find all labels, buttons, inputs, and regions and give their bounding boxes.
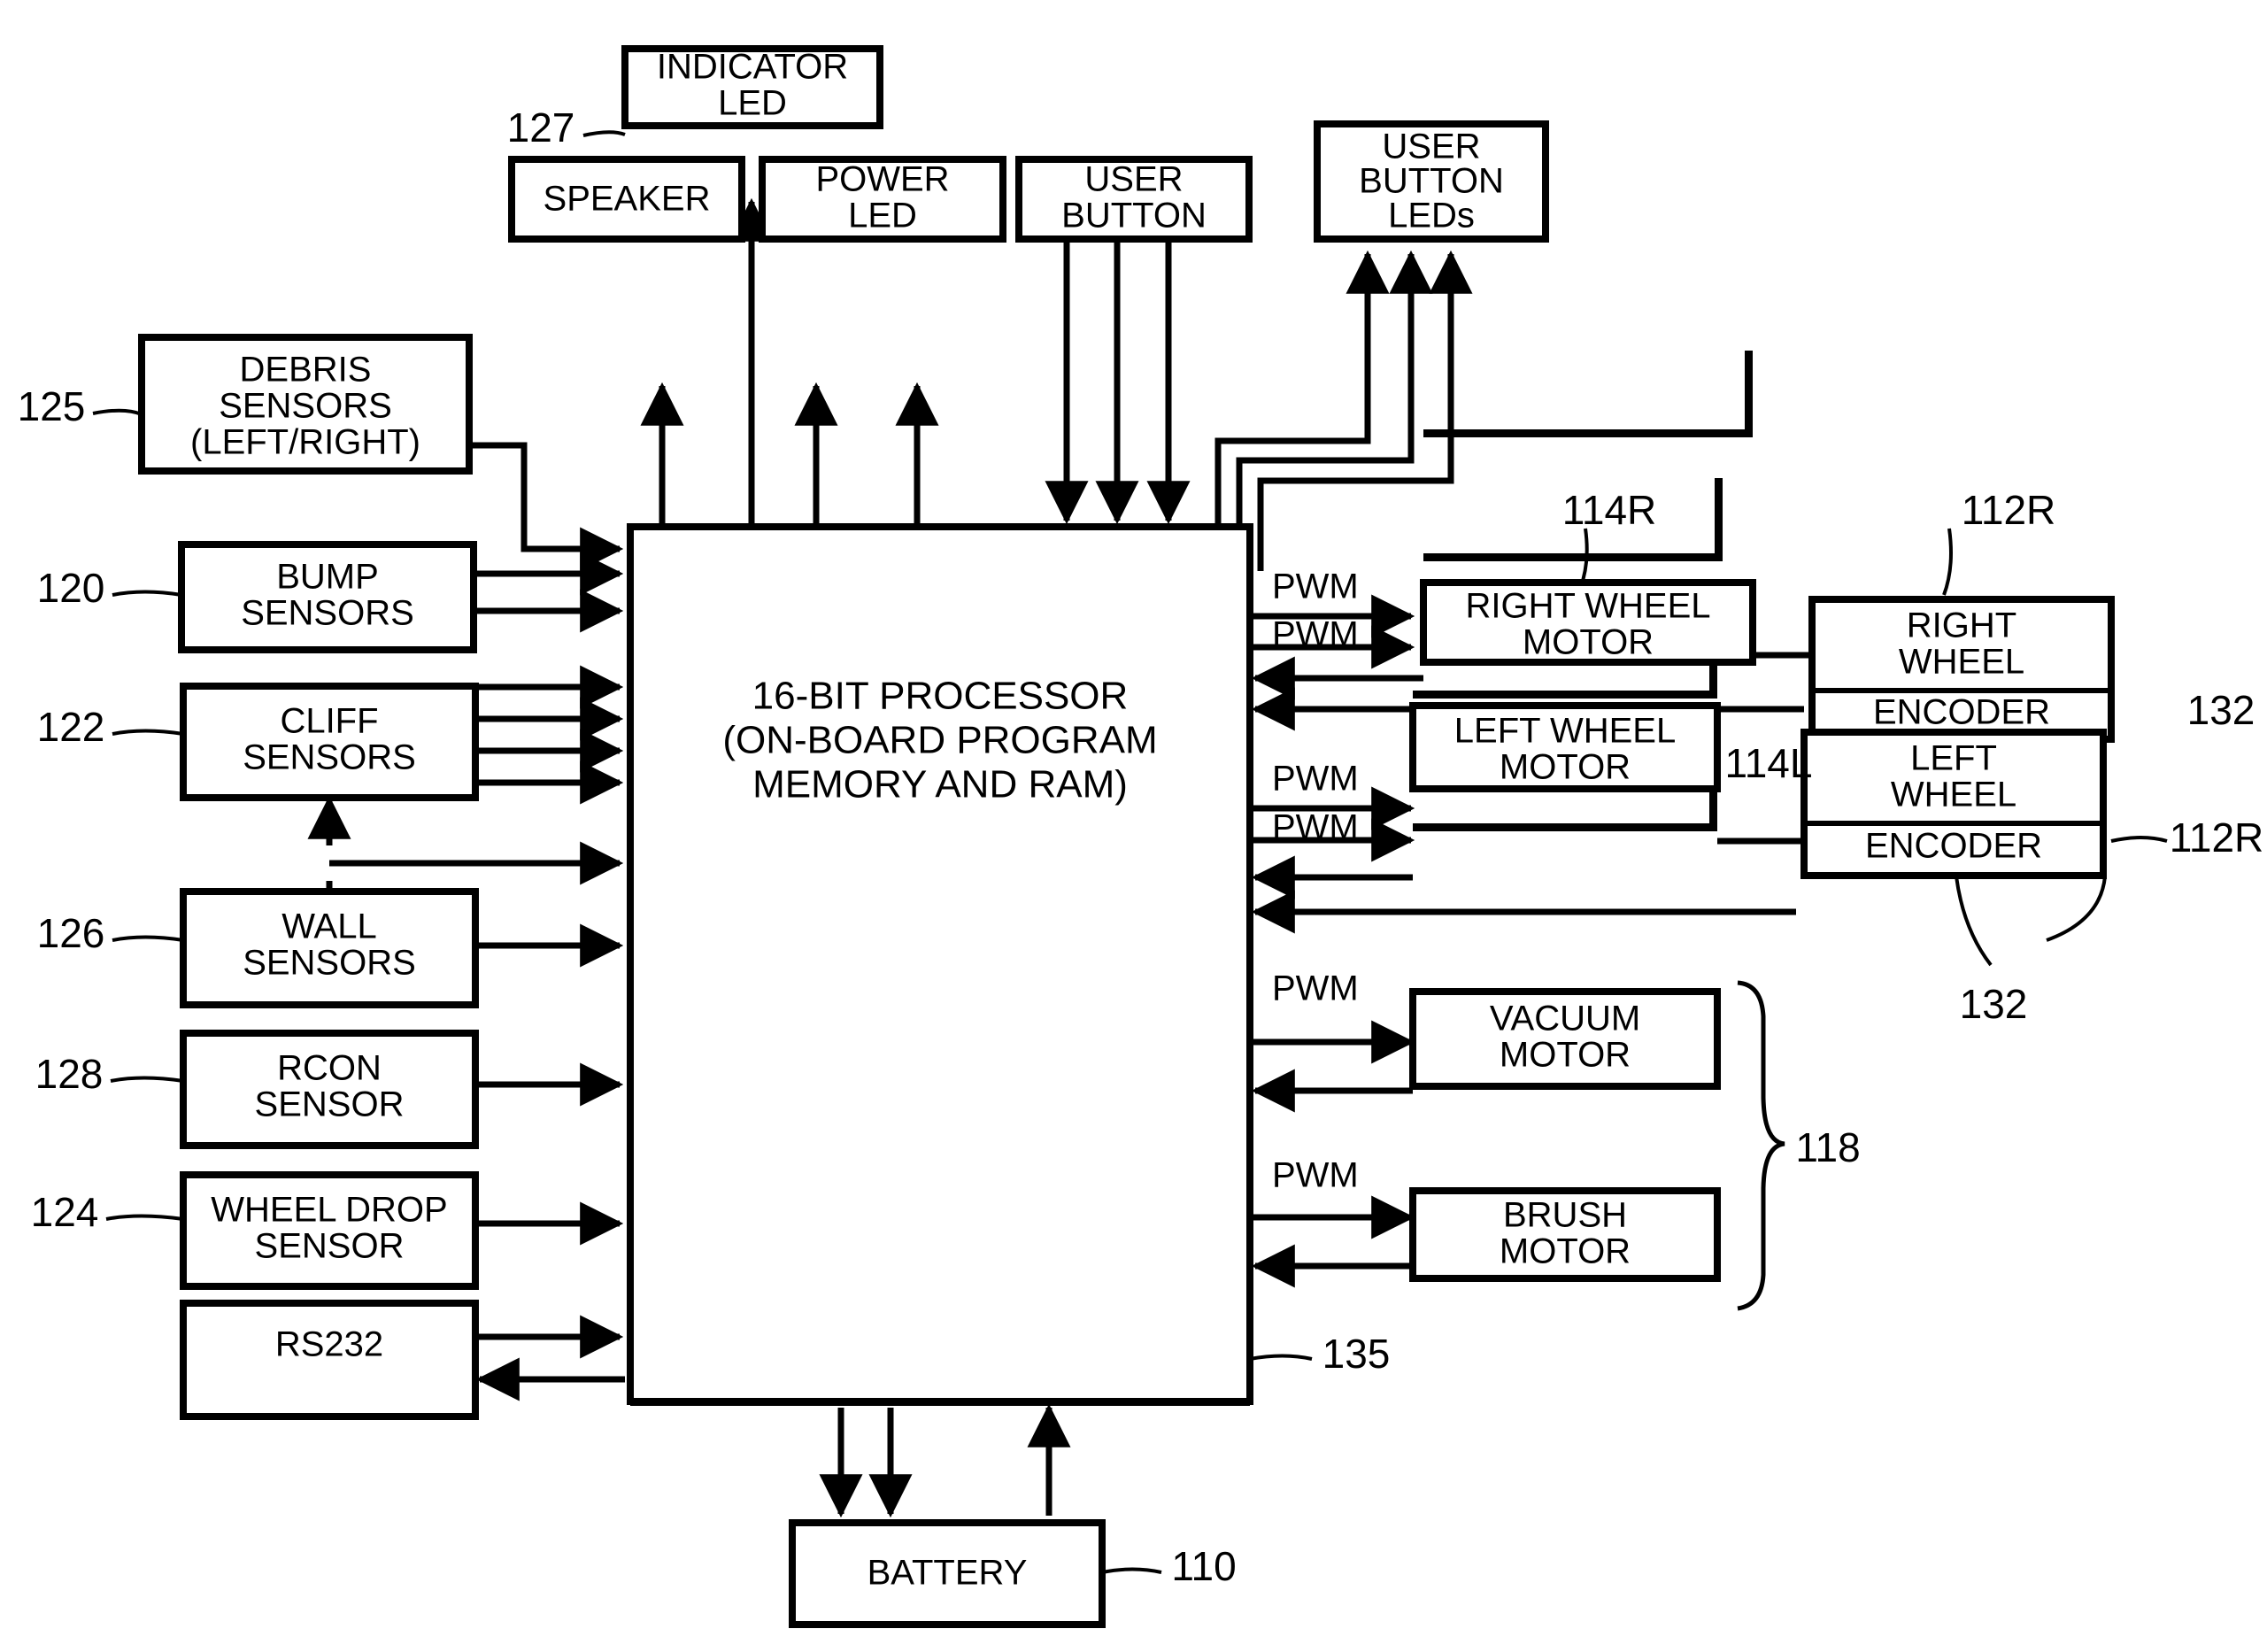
label-left-wheel-2: WHEEL xyxy=(1891,776,2016,814)
label-speaker: SPEAKER xyxy=(544,180,711,219)
label-right-motor-2: MOTOR xyxy=(1523,623,1654,662)
label-pwm-vacuum: PWM xyxy=(1272,969,1359,1008)
label-rs232: RS232 xyxy=(275,1325,383,1364)
label-wall-1: WALL xyxy=(281,907,376,946)
ref-122: 122 xyxy=(37,704,105,750)
leader-120 xyxy=(112,590,182,597)
label-wheeldrop-1: WHEEL DROP xyxy=(211,1191,447,1230)
leader-112R-left xyxy=(2110,836,2168,843)
label-right-motor-1: RIGHT WHEEL xyxy=(1465,587,1710,626)
ref-132-left: 132 xyxy=(1960,981,2028,1027)
label-indicator-led-2: LED xyxy=(718,84,787,123)
leader-128 xyxy=(110,1076,184,1083)
label-right-wheel-2: WHEEL xyxy=(1899,643,2024,682)
ref-127: 127 xyxy=(507,104,575,151)
ref-128: 128 xyxy=(35,1051,104,1097)
label-bump-2: SENSORS xyxy=(241,594,414,633)
ref-114R: 114R xyxy=(1562,487,1657,533)
leader-124 xyxy=(105,1214,184,1221)
label-brush-1: BRUSH xyxy=(1503,1196,1627,1235)
leader-135 xyxy=(1249,1354,1313,1361)
leader-125 xyxy=(92,408,143,416)
label-left-wheel-1: LEFT xyxy=(1910,739,1997,778)
label-processor-3: MEMORY AND RAM) xyxy=(752,763,1128,807)
label-pwm-brush: PWM xyxy=(1272,1156,1359,1195)
label-debris-1: DEBRIS xyxy=(240,351,372,390)
label-wheeldrop-2: SENSOR xyxy=(255,1227,405,1266)
ref-125: 125 xyxy=(18,383,86,429)
leader-110 xyxy=(1101,1567,1162,1574)
box-processor xyxy=(627,523,1253,1405)
label-processor-2: (ON-BOARD PROGRAM xyxy=(722,719,1157,762)
ref-114L: 114L xyxy=(1725,740,1813,786)
label-wall-2: SENSORS xyxy=(243,944,416,983)
label-debris-2: SENSORS xyxy=(219,387,392,426)
leader-122 xyxy=(112,729,184,736)
label-ubleds-2: BUTTON xyxy=(1359,162,1504,201)
label-battery: BATTERY xyxy=(867,1554,1028,1593)
label-vacuum-2: MOTOR xyxy=(1500,1036,1631,1075)
label-cliff-2: SENSORS xyxy=(243,738,416,777)
ref-112R-right: 112R xyxy=(1962,487,2056,533)
label-left-motor-2: MOTOR xyxy=(1500,748,1631,787)
label-left-encoder: ENCODER xyxy=(1865,827,2042,866)
label-rcon-2: SENSOR xyxy=(255,1085,405,1124)
ref-126: 126 xyxy=(37,910,105,956)
label-bump-1: BUMP xyxy=(276,558,379,597)
leader-132-left xyxy=(1955,876,1993,967)
ref-132-right: 132 xyxy=(2187,687,2255,733)
wire-processor-to-ubleds-3 xyxy=(1257,250,1473,571)
label-vacuum-1: VACUUM xyxy=(1490,1000,1640,1038)
label-power-led-2: LED xyxy=(848,197,917,235)
label-processor-1: 16-BIT PROCESSOR xyxy=(752,675,1129,718)
wire-processor-to-ubleds-2 xyxy=(1236,250,1433,549)
label-ubleds-3: LEDs xyxy=(1388,197,1475,235)
label-brush-2: MOTOR xyxy=(1500,1232,1631,1271)
label-user-button-2: BUTTON xyxy=(1061,197,1207,235)
ref-110: 110 xyxy=(1171,1543,1236,1589)
leader-112R-right xyxy=(1942,528,1953,596)
ref-120: 120 xyxy=(37,565,105,611)
label-debris-3: (LEFT/RIGHT) xyxy=(190,423,420,462)
wire-debris-to-processor xyxy=(469,442,624,571)
patent-figure-canvas: INDICATOR LED SPEAKER POWER LED USER BUT… xyxy=(0,0,2267,1652)
label-power-led-1: POWER xyxy=(815,160,949,199)
label-user-button-1: USER xyxy=(1084,160,1183,199)
label-indicator-led-1: INDICATOR xyxy=(657,48,848,87)
leader-132-right xyxy=(2046,876,2107,942)
label-ubleds-1: USER xyxy=(1382,127,1480,166)
label-cliff-1: CLIFF xyxy=(280,702,378,741)
label-pwm-left-1: PWM xyxy=(1272,760,1359,799)
leader-127 xyxy=(582,130,626,137)
ref-118: 118 xyxy=(1795,1124,1860,1170)
label-left-motor-1: LEFT WHEEL xyxy=(1454,712,1676,751)
label-right-encoder: ENCODER xyxy=(1873,693,2050,732)
ref-124: 124 xyxy=(31,1189,99,1235)
ref-135: 135 xyxy=(1322,1331,1391,1377)
label-pwm-left-2: PWM xyxy=(1272,808,1359,847)
cleaning-motors-brace xyxy=(1737,980,1785,1311)
label-pwm-right-2: PWM xyxy=(1272,615,1359,654)
leader-126 xyxy=(112,935,184,942)
label-pwm-right-1: PWM xyxy=(1272,567,1359,606)
ref-112R-left: 112R xyxy=(2170,814,2264,861)
label-rcon-1: RCON xyxy=(277,1049,382,1088)
label-right-wheel-1: RIGHT xyxy=(1907,606,2016,645)
